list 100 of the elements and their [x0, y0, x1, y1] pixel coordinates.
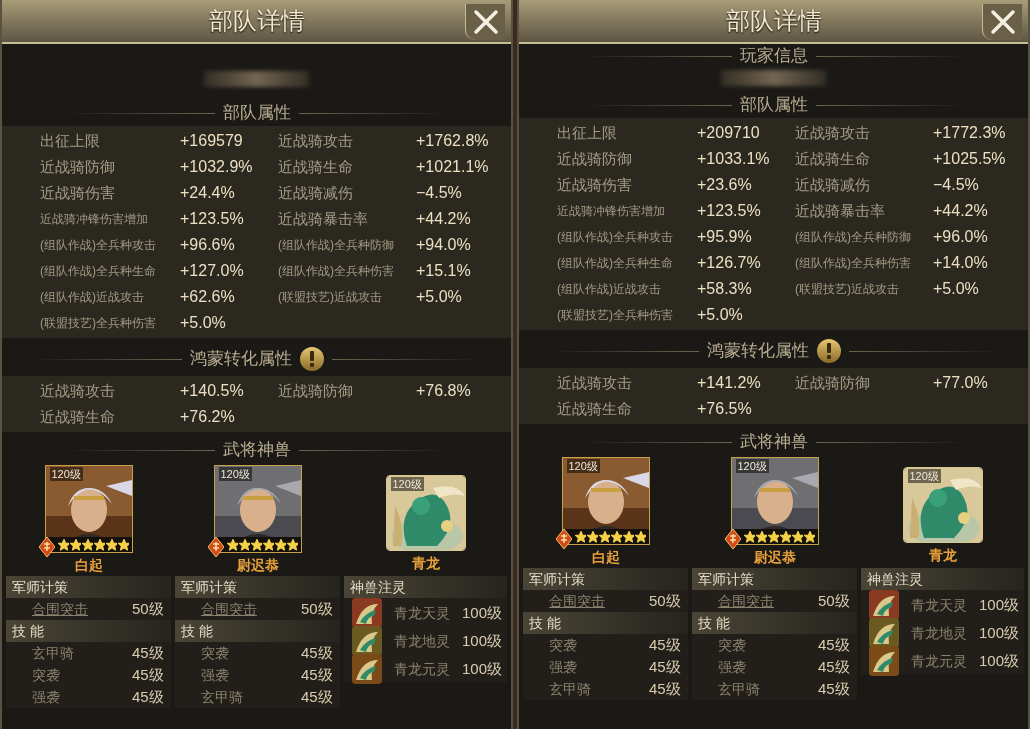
stat-label: (组队作战)全兵种攻击: [40, 237, 157, 254]
star-icon: [226, 539, 238, 551]
strategy-link[interactable]: 合围突击: [32, 598, 132, 620]
level-text: 45级: [132, 665, 165, 685]
stat-value: +123.5%: [180, 209, 245, 229]
star-icon: [117, 539, 129, 551]
star-icon: [598, 531, 610, 543]
stat-value: +44.2%: [416, 209, 472, 229]
strategy-link[interactable]: 合围突击: [718, 590, 818, 612]
portrait-frame[interactable]: 120级: [730, 457, 819, 545]
section-heading: 武将神兽: [739, 431, 808, 454]
star-icon: [250, 539, 262, 551]
stat-label: 近战骑生命: [278, 157, 354, 177]
close-button[interactable]: [982, 4, 1022, 40]
stat-value: +123.5%: [697, 201, 762, 221]
star-icon: [57, 539, 69, 551]
stat-label: 近战骑生命: [795, 149, 871, 169]
stat-label: 近战骑攻击: [795, 123, 871, 143]
stat-label: (组队作战)全兵种伤害: [795, 255, 912, 272]
skill-name: 强袭: [201, 666, 230, 685]
stat-value: +58.3%: [697, 279, 753, 299]
rank-emblem-icon: [38, 537, 55, 557]
exclamation-icon: [825, 343, 832, 359]
level-text: 100级: [462, 630, 503, 651]
rank-emblem-icon: [555, 529, 572, 549]
stat-value: +5.0%: [933, 279, 980, 299]
skill-name: 突袭: [718, 636, 747, 655]
stat-label: (组队作战)全兵种伤害: [278, 263, 395, 280]
stat-value: +23.6%: [697, 175, 753, 195]
stat-label: 近战骑减伤: [278, 183, 354, 203]
star-icon: [93, 539, 105, 551]
level-text: 50级: [132, 599, 165, 619]
stat-value: +141.2%: [697, 373, 762, 393]
star-icon: [286, 539, 298, 551]
level-text: 45级: [132, 687, 165, 707]
star-icon: [262, 539, 274, 551]
portrait-frame[interactable]: 120级: [213, 465, 302, 553]
close-icon: [472, 9, 499, 35]
level-text: 45级: [301, 665, 334, 685]
stat-label: (组队作战)近战攻击: [557, 281, 662, 298]
section-heading: 武将神兽: [222, 439, 291, 462]
level-badge: 120级: [735, 459, 769, 473]
level-text: 45级: [649, 679, 682, 699]
level-text: 45级: [301, 643, 334, 663]
infusion-name: 青龙天灵: [911, 595, 967, 615]
level-text: 100级: [979, 650, 1020, 671]
stat-value: +77.0%: [933, 373, 989, 393]
level-text: 50级: [818, 591, 851, 611]
level-badge: 120级: [907, 469, 941, 483]
subsection-header: 技 能: [692, 612, 857, 634]
portrait-frame[interactable]: 120级: [385, 475, 466, 551]
stat-value: +96.0%: [933, 227, 989, 247]
portrait-frame[interactable]: 120级: [902, 467, 983, 543]
skill-name: 强袭: [32, 688, 61, 707]
level-badge: 120级: [566, 459, 600, 473]
stat-value: +24.4%: [180, 183, 236, 203]
infusion-name: 青龙天灵: [394, 603, 450, 623]
portrait-frame[interactable]: 120级: [44, 465, 133, 553]
star-icon: [767, 531, 779, 543]
stat-label: 近战骑暴击率: [278, 209, 369, 229]
star-icon: [81, 539, 93, 551]
star-icon: [69, 539, 81, 551]
skill-name: 玄甲骑: [549, 680, 592, 699]
stat-value: +5.0%: [180, 313, 227, 333]
stat-label: (联盟技艺)近战攻击: [795, 281, 900, 298]
stat-value: +76.5%: [697, 399, 753, 419]
info-icon[interactable]: [816, 339, 841, 363]
exclamation-icon: [308, 351, 315, 367]
stat-label: 近战骑减伤: [795, 175, 871, 195]
star-icon: [755, 531, 767, 543]
stat-value: +62.6%: [180, 287, 236, 307]
section-heading: 鸿蒙转化属性: [706, 340, 809, 363]
strategy-link[interactable]: 合围突击: [201, 598, 301, 620]
infusion-name: 青龙元灵: [394, 659, 450, 679]
stat-value: +1762.8%: [416, 131, 490, 151]
stat-value: −4.5%: [416, 183, 463, 203]
star-icon: [803, 531, 815, 543]
stat-value: +169579: [180, 131, 244, 151]
level-text: 100级: [462, 602, 503, 623]
close-button[interactable]: [465, 4, 505, 40]
stat-label: 近战骑防御: [278, 381, 354, 401]
unit-name: 白起: [591, 548, 620, 567]
star-icon: [105, 539, 117, 551]
stat-label: 近战骑防御: [557, 149, 633, 169]
strategy-link[interactable]: 合围突击: [549, 590, 649, 612]
skill-name: 强袭: [549, 658, 578, 677]
stat-value: +126.7%: [697, 253, 762, 273]
stat-label: 近战骑冲锋伤害增加: [40, 211, 149, 228]
stat-value: +1033.1%: [697, 149, 771, 169]
skill-name: 突袭: [549, 636, 578, 655]
unit-name: 青龙: [411, 554, 440, 573]
stat-label: 近战骑伤害: [40, 183, 116, 203]
star-icon: [743, 531, 755, 543]
stat-value: −4.5%: [933, 175, 980, 195]
star-icon: [574, 531, 586, 543]
portrait-frame[interactable]: 120级: [561, 457, 650, 545]
info-icon[interactable]: [299, 347, 324, 371]
stat-value: +94.0%: [416, 235, 472, 255]
stat-value: +127.0%: [180, 261, 245, 281]
infusion-name: 青龙地灵: [394, 631, 450, 651]
